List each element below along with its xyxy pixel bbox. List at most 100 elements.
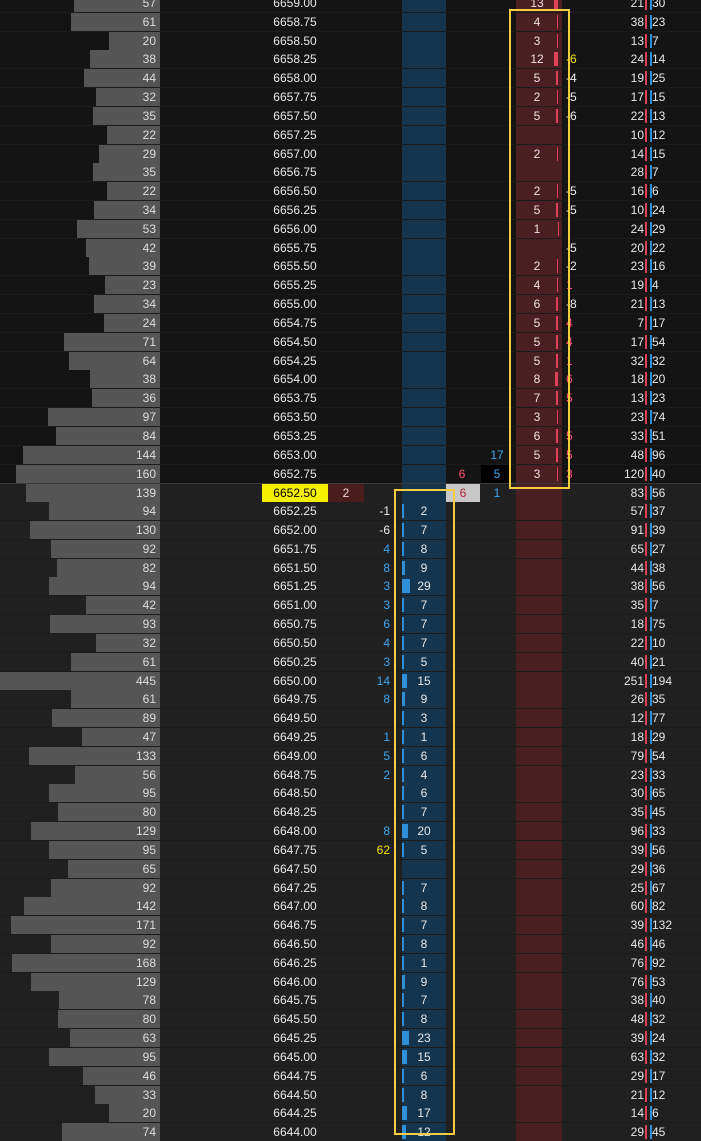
bid-column-cell[interactable] (402, 238, 446, 257)
bid-column-cell[interactable] (402, 257, 446, 276)
price-row[interactable]: 133 79 54 6649.00 6 5 (0, 746, 701, 765)
ask-column-cell[interactable] (516, 502, 562, 521)
price-row[interactable]: 34 10 24 6656.25 5 -5 (0, 201, 701, 220)
price-row[interactable]: 47 18 29 6649.25 1 1 (0, 727, 701, 746)
price-cell[interactable]: 6644.25 (262, 1104, 328, 1122)
price-row[interactable]: 53 24 29 6656.00 1 (0, 219, 701, 238)
price-row[interactable]: 56 23 33 6648.75 4 2 (0, 765, 701, 784)
bid-column-cell[interactable] (402, 0, 446, 12)
price-cell[interactable]: 6647.75 (262, 841, 328, 859)
price-cell[interactable]: 6649.75 (262, 690, 328, 708)
bid-column-cell[interactable] (402, 144, 446, 163)
bid-column-cell[interactable] (402, 295, 446, 314)
ask-column-cell[interactable] (516, 1066, 562, 1085)
price-row[interactable]: 22 10 12 6657.25 (0, 125, 701, 144)
price-cell[interactable]: 6655.50 (262, 257, 328, 275)
price-cell[interactable]: 6658.00 (262, 69, 328, 87)
ask-column-cell[interactable] (516, 520, 562, 539)
price-cell[interactable]: 6651.50 (262, 559, 328, 577)
price-cell[interactable]: 6646.75 (262, 916, 328, 934)
price-row[interactable]: 22 16 6 6656.50 2 -5 (0, 182, 701, 201)
ask-column-cell[interactable] (516, 652, 562, 671)
bid-column-cell[interactable] (402, 351, 446, 370)
ask-column-cell[interactable] (516, 615, 562, 634)
price-cell[interactable]: 6648.00 (262, 822, 328, 840)
price-cell[interactable]: 6652.75 (262, 465, 328, 483)
price-cell[interactable]: 6655.25 (262, 276, 328, 294)
price-cell[interactable]: 6649.50 (262, 709, 328, 727)
bid-column-cell[interactable] (402, 31, 446, 50)
price-row[interactable]: 92 25 67 6647.25 7 (0, 878, 701, 897)
price-cell[interactable]: 6653.50 (262, 408, 328, 426)
price-row[interactable]: 92 46 46 6646.50 8 (0, 935, 701, 953)
bid-column-cell[interactable] (402, 106, 446, 125)
ask-column-cell[interactable] (516, 803, 562, 822)
price-cell[interactable]: 6650.50 (262, 634, 328, 652)
bid-column-cell[interactable] (402, 332, 446, 351)
ask-column-cell[interactable] (516, 1029, 562, 1048)
price-row[interactable]: 80 48 32 6645.50 8 (0, 1010, 701, 1029)
price-row[interactable]: 130 91 39 6652.00 7 -6 (0, 520, 701, 539)
price-row[interactable]: 94 38 56 6651.25 29 3 (0, 577, 701, 596)
price-cell[interactable]: 6658.50 (262, 32, 328, 50)
price-cell[interactable]: 6645.00 (262, 1048, 328, 1066)
price-row[interactable]: 23 19 4 6655.25 4 1 (0, 276, 701, 295)
price-cell[interactable]: 6645.50 (262, 1010, 328, 1028)
price-cell[interactable]: 6656.75 (262, 163, 328, 181)
price-cell[interactable]: 6648.25 (262, 803, 328, 821)
price-cell[interactable]: 6651.75 (262, 540, 328, 558)
ask-column-cell[interactable] (516, 1085, 562, 1104)
price-row[interactable]: 61 26 35 6649.75 9 8 (0, 690, 701, 709)
price-row[interactable]: 129 76 53 6646.00 9 (0, 972, 701, 991)
price-cell[interactable]: 6653.25 (262, 427, 328, 445)
price-row[interactable]: 168 76 92 6646.25 1 (0, 953, 701, 972)
ask-column-cell[interactable] (516, 746, 562, 765)
ask-column-cell[interactable] (516, 1010, 562, 1029)
price-row[interactable]: 129 96 33 6648.00 20 8 (0, 822, 701, 841)
price-cell[interactable]: 6647.25 (262, 879, 328, 897)
ask-column-cell[interactable] (516, 163, 562, 182)
price-cell[interactable]: 6654.75 (262, 314, 328, 332)
bid-column-cell[interactable] (402, 69, 446, 88)
price-row[interactable]: 74 29 45 6644.00 12 (0, 1123, 701, 1141)
ask-column-cell[interactable] (516, 238, 562, 257)
price-cell[interactable]: 6645.25 (262, 1029, 328, 1047)
price-row[interactable]: 42 20 22 6655.75 -5 (0, 238, 701, 257)
price-row[interactable]: 32 22 10 6650.50 7 4 (0, 633, 701, 652)
price-row[interactable]: 160 120 40 6652.75 3 3 6 5 (0, 464, 701, 483)
price-cell[interactable]: 6658.25 (262, 50, 328, 68)
price-cell[interactable]: 6656.25 (262, 201, 328, 219)
ask-column-cell[interactable] (516, 671, 562, 690)
price-row[interactable]: 71 17 54 6654.50 5 4 (0, 332, 701, 351)
bid-column-cell[interactable] (402, 464, 446, 483)
ask-column-cell[interactable] (516, 633, 562, 652)
ask-column-cell[interactable] (516, 596, 562, 615)
ask-column-cell[interactable] (516, 784, 562, 803)
ask-column-cell[interactable] (516, 991, 562, 1010)
ask-column-cell[interactable] (516, 859, 562, 878)
price-cell[interactable]: 6656.50 (262, 182, 328, 200)
price-cell[interactable]: 6645.75 (262, 991, 328, 1009)
price-cell[interactable]: 6657.25 (262, 126, 328, 144)
ask-column-cell[interactable] (516, 727, 562, 746)
ask-column-cell[interactable] (516, 878, 562, 897)
price-cell[interactable]: 6647.00 (262, 897, 328, 915)
price-cell[interactable]: 6655.75 (262, 239, 328, 257)
bid-column-cell[interactable] (402, 12, 446, 31)
price-row[interactable]: 42 35 7 6651.00 7 3 (0, 596, 701, 615)
price-row[interactable]: 95 39 56 6647.75 5 62 (0, 840, 701, 859)
price-row[interactable]: 57 21 30 6659.00 13 (0, 0, 701, 12)
bid-column-cell[interactable] (402, 313, 446, 332)
price-row[interactable]: 32 17 15 6657.75 2 -5 (0, 88, 701, 107)
price-cell[interactable]: 6657.75 (262, 88, 328, 106)
price-cell[interactable]: 6653.75 (262, 389, 328, 407)
ask-column-cell[interactable] (516, 1104, 562, 1123)
price-row[interactable]: 445 251 194 6650.00 15 14 (0, 671, 701, 690)
price-row[interactable]: 38 24 14 6658.25 12 -6 (0, 50, 701, 69)
price-cell[interactable]: 6651.25 (262, 577, 328, 595)
price-row[interactable]: 82 44 38 6651.50 9 8 (0, 558, 701, 577)
ask-column-cell[interactable] (516, 916, 562, 935)
price-cell[interactable]: 6644.75 (262, 1067, 328, 1085)
price-cell[interactable]: 6646.50 (262, 935, 328, 953)
ask-column-cell[interactable] (516, 558, 562, 577)
